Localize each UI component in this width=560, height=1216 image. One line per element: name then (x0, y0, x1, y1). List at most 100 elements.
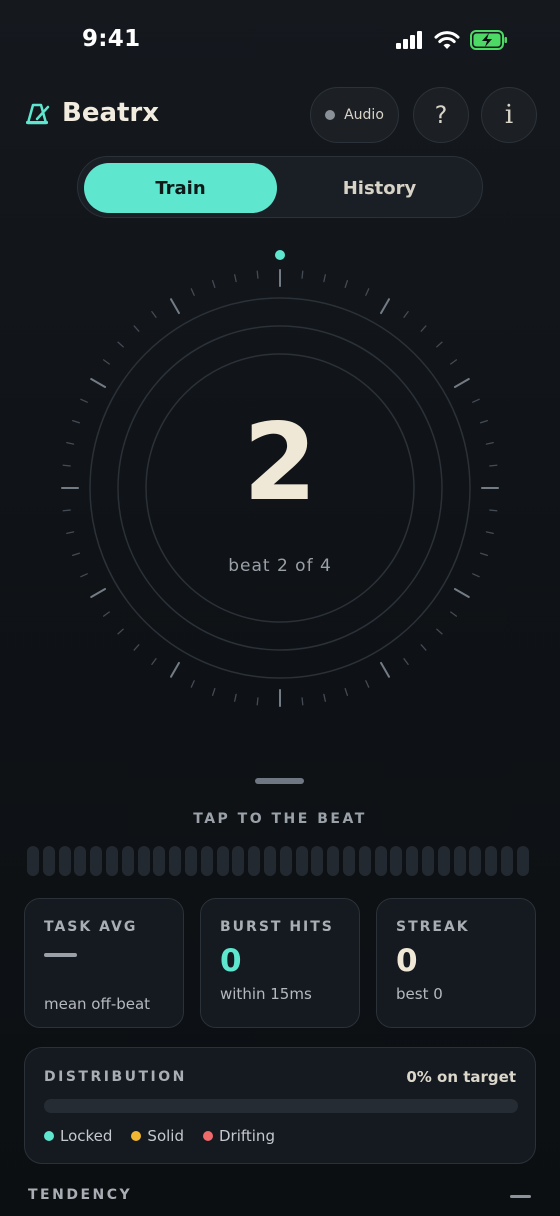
tap-slot (185, 846, 197, 876)
dial-minor-tick (256, 270, 259, 279)
legend-drifting: Drifting (202, 1127, 275, 1145)
stat-subtitle: within 15ms (220, 985, 312, 1003)
tap-slot (295, 846, 308, 876)
stat-card-streak: STREAK 0 best 0 (376, 898, 536, 1028)
audio-button[interactable]: Audio (310, 87, 399, 143)
tendency-empty-dash (510, 1195, 531, 1198)
dial-major-tick (90, 378, 107, 388)
tap-slot (501, 846, 513, 876)
dial-minor-tick (485, 531, 494, 534)
metronome-logo-icon (26, 103, 50, 125)
dial-minor-tick (102, 611, 110, 617)
question-icon: ? (434, 101, 448, 129)
audio-label: Audio (344, 107, 384, 123)
stat-card-task-avg: TASK AVG mean off-beat (24, 898, 184, 1028)
dial-minor-tick (190, 288, 195, 296)
legend-label: Solid (147, 1127, 184, 1145)
dial-minor-tick (66, 531, 75, 534)
dial-minor-tick (403, 658, 409, 666)
battery-charging-icon (470, 30, 507, 50)
beat-position-indicator (275, 250, 285, 260)
dial-minor-tick (117, 341, 124, 348)
tap-timeline[interactable] (27, 846, 533, 876)
stat-card-burst-hits: BURST HITS 0 within 15ms (200, 898, 360, 1028)
dial-major-tick (90, 588, 107, 598)
dial-minor-tick (323, 693, 326, 702)
drawer-handle[interactable] (255, 778, 304, 784)
dial-minor-tick (133, 325, 140, 332)
empty-value-dash (44, 953, 77, 957)
beat-caption: beat 2 of 4 (228, 556, 332, 576)
dial-minor-tick (151, 310, 157, 318)
info-icon: i (504, 100, 514, 130)
info-button[interactable]: i (481, 87, 537, 143)
dial-minor-tick (436, 628, 443, 635)
help-button[interactable]: ? (413, 87, 469, 143)
dial-minor-tick (211, 688, 216, 696)
distribution-card: DISTRIBUTION 0% on target Locked Solid D… (24, 1047, 536, 1164)
dial-minor-tick (234, 693, 237, 702)
dial-major-tick (453, 378, 470, 388)
dial-minor-tick (190, 680, 195, 688)
distribution-bar (44, 1099, 518, 1113)
dial-minor-tick (151, 658, 157, 666)
dial-minor-tick (450, 359, 458, 365)
dial-minor-tick (365, 288, 370, 296)
dial-minor-tick (211, 280, 216, 288)
dial-minor-tick (420, 644, 427, 651)
tap-slot (279, 846, 292, 876)
dial-major-tick (380, 298, 390, 315)
signal-icon (396, 31, 422, 49)
tap-slot (422, 846, 434, 876)
dial-minor-tick (234, 274, 237, 283)
tap-slot (27, 846, 39, 876)
tap-slot (232, 846, 245, 876)
tap-slot (437, 846, 450, 876)
tap-slot (248, 846, 261, 876)
drifting-dot-icon (202, 1131, 213, 1141)
tap-slot (453, 846, 466, 876)
dial-major-tick (170, 298, 180, 315)
dial-minor-tick (403, 310, 409, 318)
tap-slot (90, 846, 103, 876)
tendency-title: TENDENCY (28, 1187, 133, 1203)
mode-tabs: Train History (77, 156, 483, 218)
dial-minor-tick (102, 359, 110, 365)
stat-value: 0 (396, 943, 418, 979)
stat-title: STREAK (396, 919, 470, 935)
dial-minor-tick (472, 398, 480, 403)
app-name: Beatrx (62, 98, 160, 128)
dial-minor-tick (256, 697, 259, 706)
locked-dot-icon (44, 1131, 54, 1141)
legend-label: Locked (60, 1127, 113, 1145)
tap-slot (58, 846, 71, 876)
tap-slot (74, 846, 87, 876)
distribution-legend: Locked Solid Drifting (44, 1127, 275, 1145)
brand: Beatrx (24, 98, 159, 128)
tap-slot (311, 846, 324, 876)
solid-dot-icon (131, 1131, 142, 1141)
tap-slot (374, 846, 387, 876)
tap-slot (153, 846, 166, 876)
tap-slot (121, 846, 134, 876)
legend-solid: Solid (131, 1127, 184, 1145)
tap-slot (516, 846, 529, 876)
dial-minor-tick (436, 341, 443, 348)
dial-minor-tick (344, 280, 349, 288)
audio-status-dot (325, 110, 336, 120)
dial-minor-tick (420, 325, 427, 332)
dial-major-tick (380, 661, 390, 678)
tab-history[interactable]: History (281, 163, 478, 213)
tap-slot (485, 846, 498, 876)
dial-minor-tick (344, 688, 349, 696)
tab-train[interactable]: Train (84, 163, 277, 213)
stat-subtitle: best 0 (396, 985, 443, 1003)
tap-slot (200, 846, 213, 876)
tap-slot (264, 846, 276, 876)
dial-major-tick (170, 661, 180, 678)
tap-slot (390, 846, 403, 876)
stat-title: TASK AVG (44, 919, 138, 935)
dial-minor-tick (117, 628, 124, 635)
tap-slot (169, 846, 182, 876)
dial-minor-tick (133, 644, 140, 651)
